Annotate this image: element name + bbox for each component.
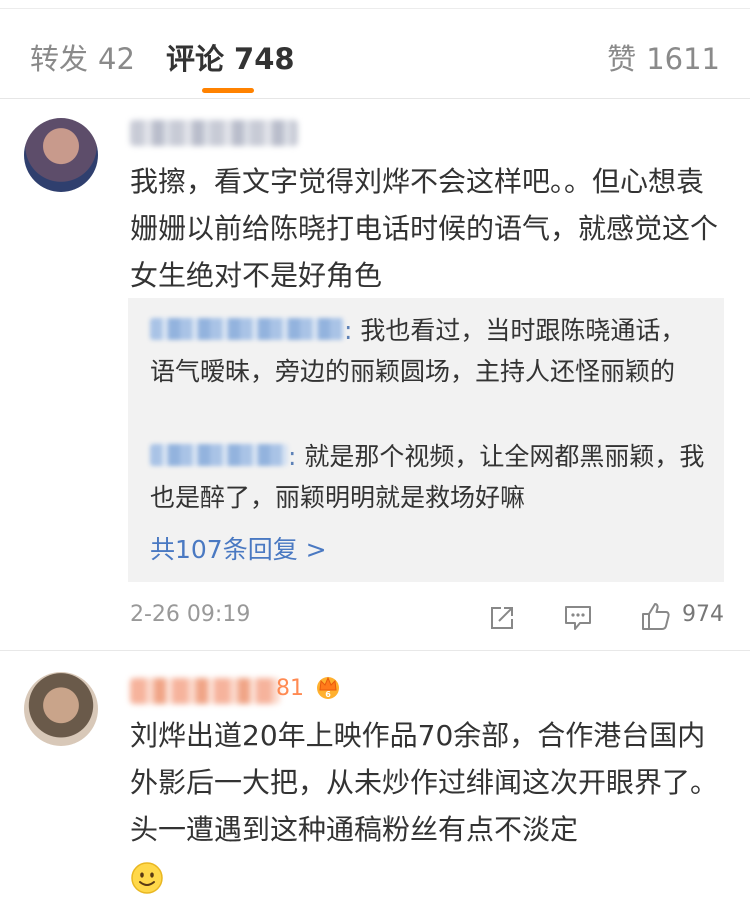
reply-item[interactable]: : 就是那个视频，让全网都黑丽颖，我也是醉了，丽颖明明就是救场好嘛: [150, 436, 710, 518]
commenter-name-tail: 81: [276, 676, 304, 701]
share-icon[interactable]: [488, 604, 516, 632]
tab-comment-count: 748: [234, 42, 295, 76]
svg-text:6: 6: [325, 690, 331, 699]
tab-repost-label: 转发: [30, 42, 89, 76]
tab-repost-count: 42: [98, 42, 135, 76]
reply-author-blurred[interactable]: [150, 444, 288, 466]
crown-vip-icon: 6: [317, 676, 339, 699]
comment-time: 2-26 09:19: [130, 602, 251, 627]
reply-item[interactable]: : 我也看过，当时跟陈晓通话，语气暧昧，旁边的丽颖圆场，主持人还怪丽颖的: [150, 310, 710, 392]
commenter-name-blurred[interactable]: [130, 120, 298, 146]
reply-colon: :: [288, 442, 297, 471]
avatar[interactable]: [24, 672, 98, 746]
thumbs-up-icon[interactable]: [640, 600, 672, 632]
more-replies-link[interactable]: 共107条回复 >: [150, 530, 327, 566]
comment-text: 我擦，看文字觉得刘烨不会这样吧。。但心想袁姗姗以前给陈晓打电话时候的语气，就感觉…: [130, 165, 719, 292]
avatar[interactable]: [24, 118, 98, 192]
like-count: 974: [682, 602, 724, 627]
comment-divider: [0, 650, 750, 651]
tab-like[interactable]: 赞 1611: [607, 36, 720, 78]
reply-box[interactable]: : 我也看过，当时跟陈晓通话，语气暧昧，旁边的丽颖圆场，主持人还怪丽颖的 : 就…: [128, 298, 724, 582]
comment-body: 刘烨出道20年上映作品70余部，合作港台国内外影后一大把，从未炒作过绯闻这次开眼…: [130, 712, 720, 900]
tab-comment-label: 评论: [166, 42, 225, 76]
smile-emoji-icon: [131, 862, 163, 894]
tab-like-label: 赞: [607, 42, 637, 76]
comment-icon[interactable]: [563, 604, 593, 632]
tab-like-count: 1611: [646, 42, 720, 76]
reply-author-blurred[interactable]: [150, 318, 344, 340]
tab-bar: 转发 42 评论 748 赞 1611: [0, 8, 750, 99]
tab-comment[interactable]: 评论 748: [166, 36, 295, 78]
reply-colon: :: [344, 316, 353, 345]
comment-text: 刘烨出道20年上映作品70余部，合作港台国内外影后一大把，从未炒作过绯闻这次开眼…: [130, 719, 719, 846]
commenter-name-blurred[interactable]: [130, 678, 280, 704]
active-tab-indicator: [202, 88, 254, 93]
tab-repost[interactable]: 转发 42: [30, 36, 135, 78]
